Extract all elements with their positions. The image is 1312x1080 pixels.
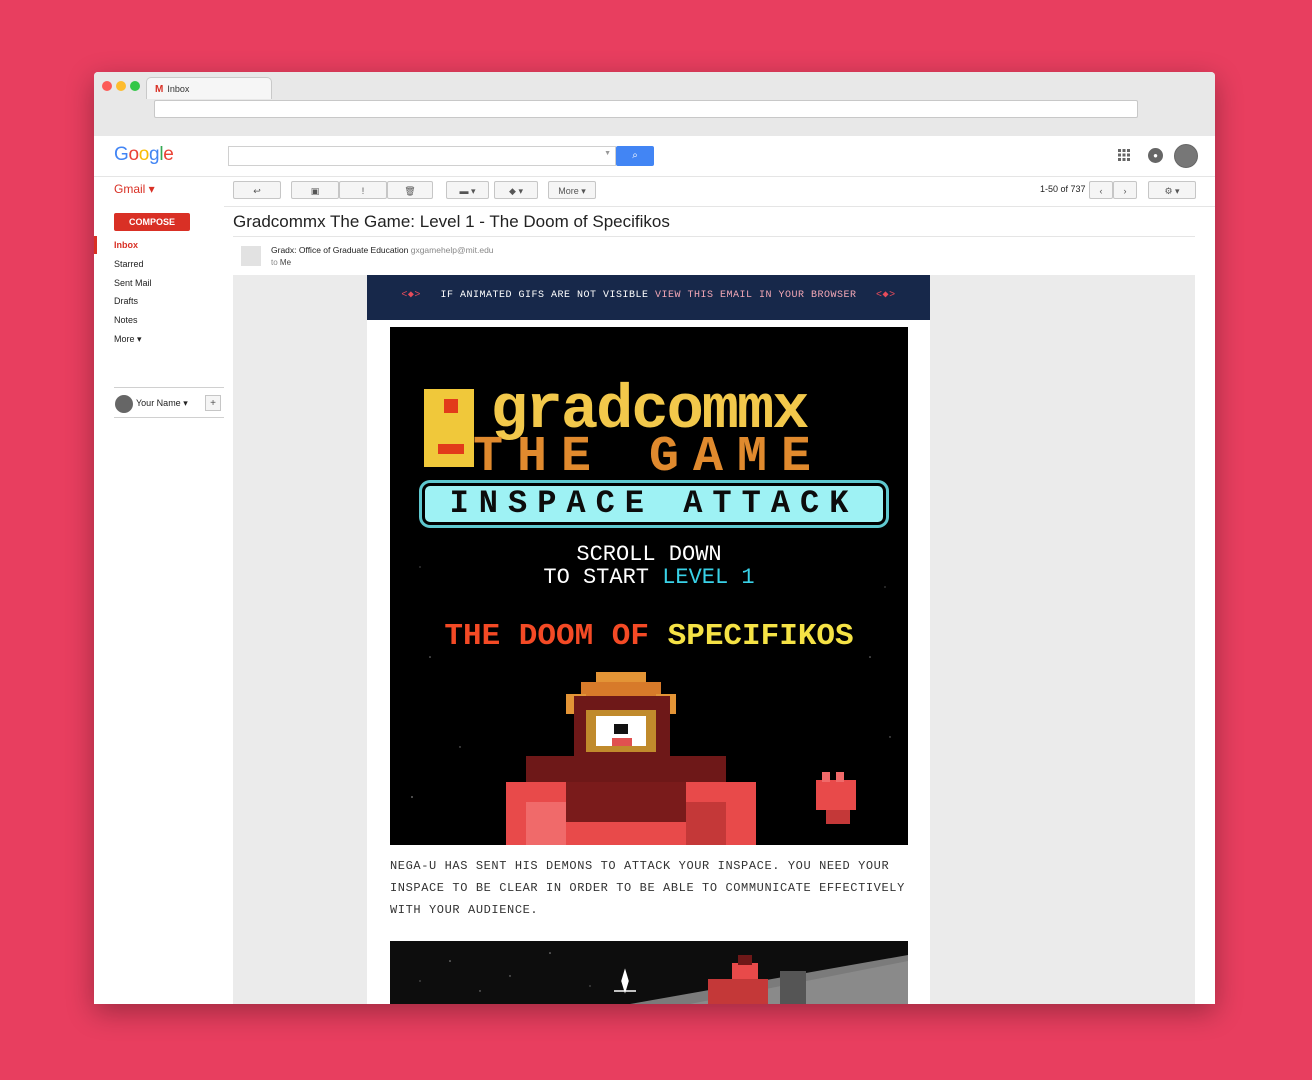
more-actions-button[interactable]: More ▾ — [548, 181, 596, 199]
recipient: Me — [279, 258, 292, 267]
sender-avatar — [241, 246, 261, 266]
pagination-count: 1-50 of 737 — [1040, 184, 1086, 194]
close-window-button[interactable] — [102, 81, 112, 91]
scene-art — [419, 952, 908, 1004]
recipient-line[interactable]: to Me — [271, 258, 291, 267]
subject-divider — [233, 236, 1195, 237]
game-subtitle: THE GAME — [472, 429, 826, 486]
email-body-text: NEGA-U HAS SENT HIS DEMONS TO ATTACK YOU… — [390, 859, 905, 917]
specifikos-character-image — [506, 672, 856, 845]
banner-text: IF ANIMATED GIFS ARE NOT VISIBLE — [440, 290, 649, 301]
folder-icon: ▬ ▾ — [459, 186, 476, 196]
browser-tab[interactable]: M Inbox — [146, 77, 272, 99]
report-spam-button[interactable]: ! — [339, 181, 387, 199]
sidebar-divider — [114, 387, 224, 388]
email-banner: <◆> IF ANIMATED GIFS ARE NOT VISIBLE VIE… — [367, 275, 930, 320]
address-bar[interactable] — [154, 100, 1138, 118]
chevron-left-icon: ‹ — [1099, 186, 1103, 196]
message-subject: Gradcommx The Game: Level 1 - The Doom o… — [233, 212, 670, 231]
back-icon: ↩ — [253, 186, 261, 196]
email-content: <◆> IF ANIMATED GIFS ARE NOT VISIBLE VIE… — [367, 275, 930, 1004]
prev-page-button[interactable]: ‹ — [1089, 181, 1113, 199]
sidebar-item-notes[interactable]: Notes — [114, 315, 138, 325]
search-button[interactable]: ⌕ — [616, 146, 654, 166]
gmail-app: Google ▼ ⌕ ● Gmail ▾ ↩ ▣ ! 🗑 ▬ ▾ ◆ ▾ Mor… — [94, 136, 1215, 1004]
browser-window: M Inbox Google ▼ ⌕ ● Gmail ▾ ↩ ▣ ! 🗑 ▬ ▾ … — [94, 72, 1215, 1004]
sender-line: Gradx: Office of Graduate Education gxga… — [271, 245, 494, 255]
message-body: <◆> IF ANIMATED GIFS ARE NOT VISIBLE VIE… — [233, 275, 1195, 1004]
apps-grid-icon[interactable] — [1118, 149, 1130, 164]
hero-image: gradcommx THE GAME INSPACE ATTACK SCROLL… — [390, 327, 908, 845]
minimize-window-button[interactable] — [116, 81, 126, 91]
sidebar-item-sent-mail[interactable]: Sent Mail — [114, 278, 152, 288]
tab-title: Inbox — [167, 84, 190, 94]
user-name[interactable]: Your Name ▾ — [136, 398, 188, 409]
move-to-button[interactable]: ▬ ▾ — [446, 181, 489, 199]
maximize-window-button[interactable] — [130, 81, 140, 91]
account-avatar[interactable] — [1174, 144, 1198, 168]
scroll-instruction: SCROLL DOWN TO START LEVEL 1 — [543, 542, 755, 590]
back-button[interactable]: ↩ — [233, 181, 281, 199]
sender-name[interactable]: Gradx: Office of Graduate Education — [271, 245, 408, 255]
ship-icon-right: <◆> — [876, 290, 896, 301]
inbox-selected-indicator — [94, 236, 97, 254]
gmail-menu[interactable]: Gmail ▾ — [114, 182, 155, 196]
gmail-tab-icon: M — [155, 84, 164, 95]
sidebar-item-inbox[interactable]: Inbox — [114, 240, 138, 250]
browser-chrome: M Inbox — [94, 72, 1215, 137]
compose-button[interactable]: COMPOSE — [114, 213, 190, 231]
search-icon: ⌕ — [632, 150, 638, 161]
level-title: THE DOOM OF SPECIFIKOS — [444, 619, 854, 654]
sender-email: gxgamehelp@mit.edu — [410, 245, 494, 255]
google-logo[interactable]: Google — [114, 144, 174, 166]
sidebar-item-drafts[interactable]: Drafts — [114, 296, 138, 306]
view-in-browser-link[interactable]: VIEW THIS EMAIL IN YOUR BROWSER — [655, 290, 857, 301]
search-options-icon[interactable]: ▼ — [604, 150, 611, 157]
add-contact-button[interactable]: + — [205, 395, 221, 411]
notifications-icon[interactable]: ● — [1148, 148, 1163, 163]
sidebar-divider-bottom — [114, 417, 224, 418]
sidebar-item-starred[interactable]: Starred — [114, 259, 144, 269]
trash-icon: 🗑 — [404, 186, 416, 196]
chevron-right-icon: › — [1123, 186, 1127, 196]
delete-button[interactable]: 🗑 — [387, 181, 433, 199]
archive-icon: ▣ — [310, 186, 320, 196]
spam-icon: ! — [361, 186, 365, 196]
search-input[interactable]: ▼ — [228, 146, 616, 166]
gear-icon: ⚙ ▾ — [1164, 186, 1180, 196]
settings-button[interactable]: ⚙ ▾ — [1148, 181, 1196, 199]
archive-button[interactable]: ▣ — [291, 181, 339, 199]
inspace-attack-banner: INSPACE ATTACK — [422, 483, 886, 525]
user-avatar[interactable] — [115, 395, 133, 413]
labels-button[interactable]: ◆ ▾ — [494, 181, 538, 199]
label-icon: ◆ ▾ — [509, 186, 523, 196]
level-scene-image — [390, 941, 908, 1004]
sidebar-item-more[interactable]: More ▾ — [114, 334, 142, 345]
ship-icon: <◆> — [401, 290, 421, 301]
next-page-button[interactable]: › — [1113, 181, 1137, 199]
toolbar-divider — [224, 206, 1215, 207]
header-divider — [94, 176, 1215, 177]
